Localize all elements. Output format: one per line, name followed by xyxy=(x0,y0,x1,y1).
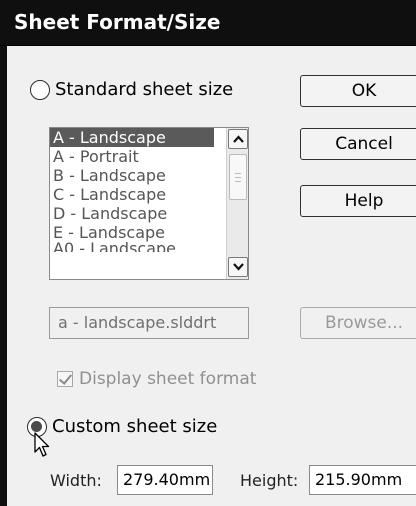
title-bar: Sheet Format/Size xyxy=(0,0,416,46)
window-title: Sheet Format/Size xyxy=(14,10,221,34)
mouse-pointer-icon xyxy=(34,432,50,457)
list-item[interactable]: B - Landscape xyxy=(50,166,248,185)
list-item[interactable]: A0 - Landscape xyxy=(50,242,248,252)
scroll-up-button[interactable] xyxy=(228,129,248,149)
custom-sheet-size-label: Custom sheet size xyxy=(52,416,218,437)
standard-sheet-size-option[interactable]: Standard sheet size xyxy=(30,79,233,100)
display-sheet-format-checkbox[interactable] xyxy=(57,371,73,387)
list-scrollbar[interactable] xyxy=(226,128,248,279)
cancel-button[interactable]: Cancel xyxy=(300,128,416,160)
width-input[interactable]: 279.40mm xyxy=(117,465,213,495)
width-label: Width: xyxy=(50,471,102,490)
list-item[interactable]: E - Landscape xyxy=(50,223,248,242)
standard-sheet-size-label: Standard sheet size xyxy=(55,79,234,100)
custom-sheet-size-option[interactable]: Custom sheet size xyxy=(27,416,217,437)
browse-button[interactable]: Browse... xyxy=(300,307,416,339)
chevron-up-icon xyxy=(232,135,244,143)
standard-sheet-size-radio[interactable] xyxy=(30,79,50,100)
height-input[interactable]: 215.90mm xyxy=(309,465,416,495)
ok-button[interactable]: OK xyxy=(300,75,416,107)
list-item[interactable]: D - Landscape xyxy=(50,204,248,223)
display-sheet-format-label: Display sheet format xyxy=(79,369,257,389)
sheet-size-list[interactable]: A - Landscape A - Portrait B - Landscape… xyxy=(49,127,249,280)
list-item[interactable]: A - Portrait xyxy=(50,147,248,166)
height-label: Height: xyxy=(240,471,299,490)
display-sheet-format-option[interactable]: Display sheet format xyxy=(57,369,256,389)
scroll-down-button[interactable] xyxy=(228,257,248,277)
chevron-down-icon xyxy=(232,263,244,271)
list-item[interactable]: A - Landscape xyxy=(50,128,214,147)
sheet-format-file-field[interactable]: a - landscape.slddrt xyxy=(49,307,249,339)
scroll-thumb[interactable] xyxy=(229,154,247,200)
grip-icon xyxy=(235,172,241,182)
help-button[interactable]: Help xyxy=(300,185,416,217)
list-item[interactable]: C - Landscape xyxy=(50,185,248,204)
